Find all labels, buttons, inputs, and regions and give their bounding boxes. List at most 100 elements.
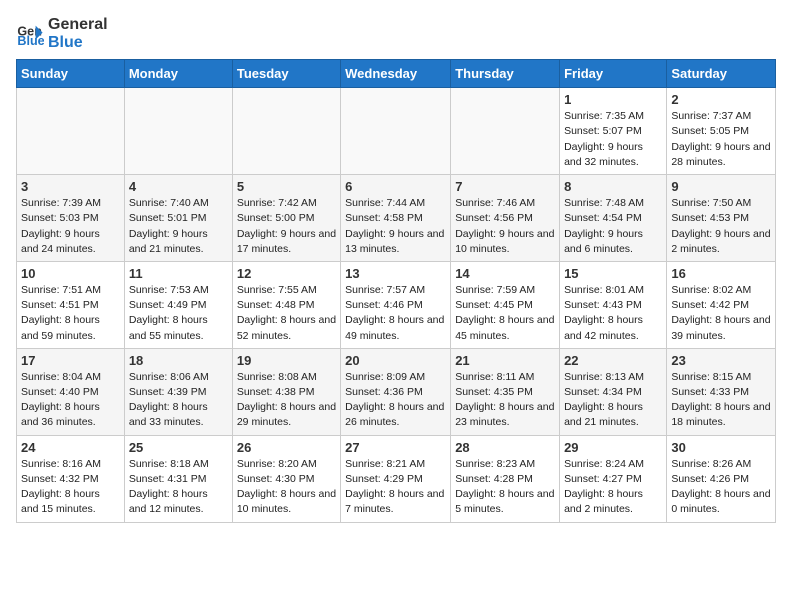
weekday-header: Sunday <box>17 60 125 88</box>
calendar-cell: 25 Sunrise: 8:18 AM Sunset: 4:31 PM Dayli… <box>124 435 232 522</box>
calendar-week-row: 17Sunrise: 8:04 AM Sunset: 4:40 PM Dayli… <box>17 348 776 435</box>
calendar-table: SundayMondayTuesdayWednesdayThursdayFrid… <box>16 59 776 522</box>
day-number: 5 <box>237 179 336 194</box>
day-info: Sunrise: 8:06 AM Sunset: 4:39 PM Dayligh… <box>129 370 228 431</box>
day-info: Sunrise: 7:39 AM Sunset: 5:03 PM Dayligh… <box>21 196 120 257</box>
calendar-cell <box>451 88 560 175</box>
calendar-cell: 8 Sunrise: 7:48 AM Sunset: 4:54 PM Daylig… <box>560 175 667 262</box>
day-number: 28 <box>455 440 555 455</box>
day-number: 12 <box>237 266 336 281</box>
logo-icon: Gen Blue <box>16 20 44 48</box>
weekday-header-row: SundayMondayTuesdayWednesdayThursdayFrid… <box>17 60 776 88</box>
calendar-cell <box>232 88 340 175</box>
calendar-cell: 26 Sunrise: 8:20 AM Sunset: 4:30 PM Dayli… <box>232 435 340 522</box>
calendar-cell: 6 Sunrise: 7:44 AM Sunset: 4:58 PM Daylig… <box>341 175 451 262</box>
calendar-cell: 1 Sunrise: 7:35 AM Sunset: 5:07 PM Daylig… <box>560 88 667 175</box>
day-number: 10 <box>21 266 120 281</box>
day-info: Sunrise: 7:55 AM Sunset: 4:48 PM Dayligh… <box>237 283 336 344</box>
calendar-cell: 18 Sunrise: 8:06 AM Sunset: 4:39 PM Dayli… <box>124 348 232 435</box>
calendar-cell: 29Sunrise: 8:24 AM Sunset: 4:27 PM Dayli… <box>560 435 667 522</box>
day-info: Sunrise: 8:08 AM Sunset: 4:38 PM Dayligh… <box>237 370 336 431</box>
svg-text:Blue: Blue <box>17 34 44 48</box>
calendar-cell: 27 Sunrise: 8:21 AM Sunset: 4:29 PM Dayli… <box>341 435 451 522</box>
day-number: 4 <box>129 179 228 194</box>
day-number: 20 <box>345 353 446 368</box>
day-number: 8 <box>564 179 662 194</box>
calendar-week-row: 1 Sunrise: 7:35 AM Sunset: 5:07 PM Daylig… <box>17 88 776 175</box>
day-info: Sunrise: 8:18 AM Sunset: 4:31 PM Dayligh… <box>129 457 228 518</box>
calendar-cell <box>341 88 451 175</box>
calendar-cell: 19 Sunrise: 8:08 AM Sunset: 4:38 PM Dayli… <box>232 348 340 435</box>
calendar-cell: 11Sunrise: 7:53 AM Sunset: 4:49 PM Dayli… <box>124 261 232 348</box>
day-number: 22 <box>564 353 662 368</box>
calendar-cell: 15Sunrise: 8:01 AM Sunset: 4:43 PM Dayli… <box>560 261 667 348</box>
day-info: Sunrise: 7:59 AM Sunset: 4:45 PM Dayligh… <box>455 283 555 344</box>
calendar-cell <box>17 88 125 175</box>
day-info: Sunrise: 7:40 AM Sunset: 5:01 PM Dayligh… <box>129 196 228 257</box>
day-info: Sunrise: 7:48 AM Sunset: 4:54 PM Dayligh… <box>564 196 662 257</box>
day-info: Sunrise: 7:37 AM Sunset: 5:05 PM Dayligh… <box>671 109 771 170</box>
day-number: 23 <box>671 353 771 368</box>
calendar-week-row: 3 Sunrise: 7:39 AM Sunset: 5:03 PM Daylig… <box>17 175 776 262</box>
day-number: 30 <box>671 440 771 455</box>
day-number: 19 <box>237 353 336 368</box>
day-info: Sunrise: 8:21 AM Sunset: 4:29 PM Dayligh… <box>345 457 446 518</box>
day-info: Sunrise: 8:23 AM Sunset: 4:28 PM Dayligh… <box>455 457 555 518</box>
day-info: Sunrise: 8:13 AM Sunset: 4:34 PM Dayligh… <box>564 370 662 431</box>
calendar-cell: 24Sunrise: 8:16 AM Sunset: 4:32 PM Dayli… <box>17 435 125 522</box>
calendar-cell: 13 Sunrise: 7:57 AM Sunset: 4:46 PM Dayli… <box>341 261 451 348</box>
calendar-cell: 30 Sunrise: 8:26 AM Sunset: 4:26 PM Dayli… <box>667 435 776 522</box>
day-number: 7 <box>455 179 555 194</box>
day-number: 6 <box>345 179 446 194</box>
logo-text: GeneralBlue <box>48 16 108 51</box>
day-info: Sunrise: 8:11 AM Sunset: 4:35 PM Dayligh… <box>455 370 555 431</box>
calendar-cell: 23 Sunrise: 8:15 AM Sunset: 4:33 PM Dayli… <box>667 348 776 435</box>
weekday-header: Wednesday <box>341 60 451 88</box>
calendar-cell: 20 Sunrise: 8:09 AM Sunset: 4:36 PM Dayli… <box>341 348 451 435</box>
day-info: Sunrise: 7:51 AM Sunset: 4:51 PM Dayligh… <box>21 283 120 344</box>
weekday-header: Tuesday <box>232 60 340 88</box>
calendar-cell: 10 Sunrise: 7:51 AM Sunset: 4:51 PM Dayli… <box>17 261 125 348</box>
calendar-cell: 9Sunrise: 7:50 AM Sunset: 4:53 PM Daylig… <box>667 175 776 262</box>
weekday-header: Monday <box>124 60 232 88</box>
day-info: Sunrise: 7:44 AM Sunset: 4:58 PM Dayligh… <box>345 196 446 257</box>
day-number: 18 <box>129 353 228 368</box>
day-number: 1 <box>564 92 662 107</box>
day-number: 26 <box>237 440 336 455</box>
day-number: 9 <box>671 179 771 194</box>
calendar-week-row: 10 Sunrise: 7:51 AM Sunset: 4:51 PM Dayli… <box>17 261 776 348</box>
calendar-cell: 12 Sunrise: 7:55 AM Sunset: 4:48 PM Dayli… <box>232 261 340 348</box>
day-info: Sunrise: 7:35 AM Sunset: 5:07 PM Dayligh… <box>564 109 662 170</box>
page-header: Gen Blue GeneralBlue <box>16 16 776 51</box>
calendar-cell: 28 Sunrise: 8:23 AM Sunset: 4:28 PM Dayli… <box>451 435 560 522</box>
day-info: Sunrise: 8:02 AM Sunset: 4:42 PM Dayligh… <box>671 283 771 344</box>
day-number: 25 <box>129 440 228 455</box>
calendar-cell: 4 Sunrise: 7:40 AM Sunset: 5:01 PM Daylig… <box>124 175 232 262</box>
day-info: Sunrise: 8:20 AM Sunset: 4:30 PM Dayligh… <box>237 457 336 518</box>
logo: Gen Blue GeneralBlue <box>16 16 108 51</box>
day-info: Sunrise: 7:57 AM Sunset: 4:46 PM Dayligh… <box>345 283 446 344</box>
day-info: Sunrise: 8:04 AM Sunset: 4:40 PM Dayligh… <box>21 370 120 431</box>
day-info: Sunrise: 8:15 AM Sunset: 4:33 PM Dayligh… <box>671 370 771 431</box>
day-number: 21 <box>455 353 555 368</box>
day-number: 27 <box>345 440 446 455</box>
calendar-cell: 2 Sunrise: 7:37 AM Sunset: 5:05 PM Daylig… <box>667 88 776 175</box>
calendar-cell <box>124 88 232 175</box>
day-number: 24 <box>21 440 120 455</box>
day-info: Sunrise: 8:09 AM Sunset: 4:36 PM Dayligh… <box>345 370 446 431</box>
weekday-header: Thursday <box>451 60 560 88</box>
day-number: 11 <box>129 266 228 281</box>
day-number: 2 <box>671 92 771 107</box>
day-info: Sunrise: 7:46 AM Sunset: 4:56 PM Dayligh… <box>455 196 555 257</box>
calendar-cell: 21 Sunrise: 8:11 AM Sunset: 4:35 PM Dayli… <box>451 348 560 435</box>
day-number: 13 <box>345 266 446 281</box>
calendar-cell: 22 Sunrise: 8:13 AM Sunset: 4:34 PM Dayli… <box>560 348 667 435</box>
day-info: Sunrise: 8:26 AM Sunset: 4:26 PM Dayligh… <box>671 457 771 518</box>
day-number: 14 <box>455 266 555 281</box>
calendar-cell: 14 Sunrise: 7:59 AM Sunset: 4:45 PM Dayli… <box>451 261 560 348</box>
day-number: 3 <box>21 179 120 194</box>
day-number: 29 <box>564 440 662 455</box>
weekday-header: Friday <box>560 60 667 88</box>
calendar-cell: 16 Sunrise: 8:02 AM Sunset: 4:42 PM Dayli… <box>667 261 776 348</box>
day-number: 16 <box>671 266 771 281</box>
